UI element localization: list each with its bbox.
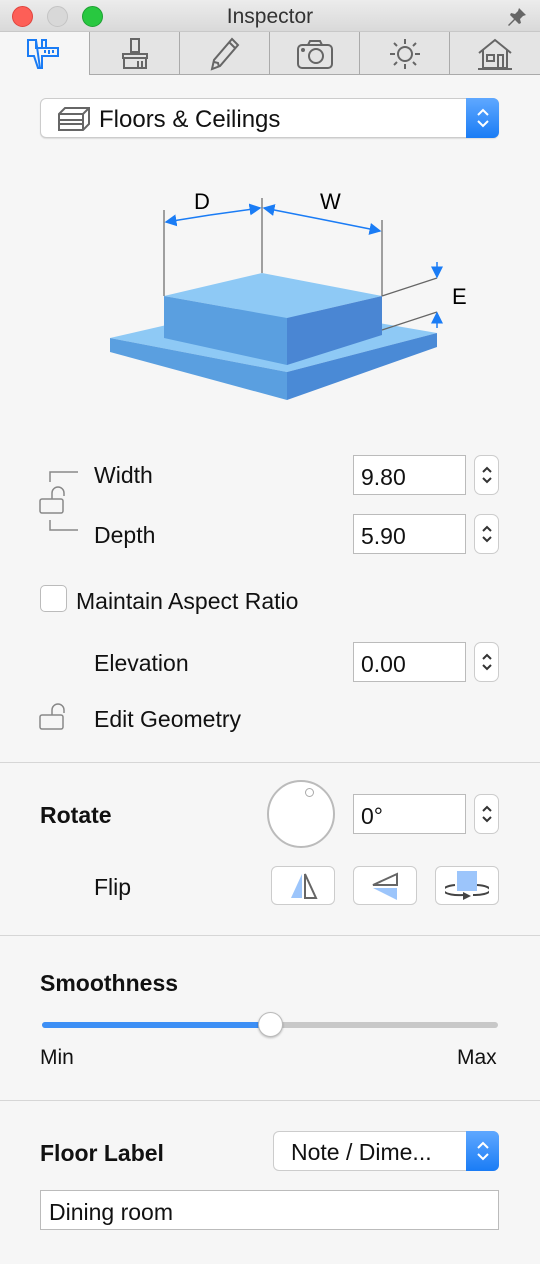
depth-label: Depth [94,522,156,548]
floor-label-style-select[interactable]: Note / Dime... [273,1131,499,1171]
brush-icon [121,37,148,69]
elevation-field[interactable]: 0.00 [353,642,466,682]
object-type-value: Floors & Ceilings [99,106,281,133]
inspector-tabs [0,32,540,76]
edit-geometry-label[interactable]: Edit Geometry [94,706,241,733]
flip-vertical-button[interactable] [353,866,417,905]
rotate-3d-icon [445,870,489,900]
divider [0,762,540,763]
slider-knob[interactable] [258,1012,283,1037]
tab-edit[interactable] [179,32,269,75]
title-bar: Inspector [0,0,540,32]
flip-3d-button[interactable] [435,866,499,905]
width-field[interactable]: 9.80 [353,455,466,495]
flip-horizontal-button[interactable] [271,866,335,905]
maintain-aspect-checkbox[interactable] [40,585,67,612]
floor-dimension-diagram: D W E [110,189,467,400]
rotate-label: Rotate [40,802,112,828]
rotation-stepper[interactable] [474,794,499,834]
chevron-updown-icon [466,98,499,138]
flip-vertical-icon [372,871,398,900]
elevation-stepper[interactable] [474,642,499,682]
edit-geometry-lock-icon[interactable] [38,702,74,732]
smoothness-slider[interactable] [42,1012,498,1037]
width-stepper[interactable] [474,455,499,495]
divider [0,935,540,936]
elevation-label: Elevation [94,650,189,676]
depth-field[interactable]: 5.90 [353,514,466,554]
flip-horizontal-icon [291,873,318,899]
rotation-field[interactable]: 0° [353,794,466,834]
window-title: Inspector [226,5,314,28]
caliper-icon [27,39,59,69]
floor-box-icon [58,107,90,131]
width-label: Width [94,462,153,488]
slider-max-label: Max [457,1046,497,1069]
tab-dimensions[interactable] [0,32,90,76]
chevron-updown-icon [466,1131,499,1171]
floor-label-text-input[interactable]: Dining room [40,1190,499,1230]
tab-materials[interactable] [89,32,179,75]
maintain-aspect-label[interactable]: Maintain Aspect Ratio [76,588,298,615]
flip-label: Flip [94,874,132,900]
object-type-select[interactable]: Floors & Ceilings [40,98,499,138]
aspect-lock-unlocked-icon[interactable] [38,468,82,540]
floor-label-heading: Floor Label [40,1140,164,1166]
width-dimension-label: W [320,189,341,214]
tab-building[interactable] [449,32,540,75]
divider [0,1100,540,1101]
camera-icon [296,39,333,69]
depth-stepper[interactable] [474,514,499,554]
depth-dimension-label: D [194,189,210,214]
pencil-icon [210,37,239,71]
tab-camera[interactable] [269,32,359,75]
smoothness-label: Smoothness [40,970,179,996]
house-icon [478,38,512,70]
pin-icon[interactable] [506,6,528,28]
sun-icon [389,38,420,69]
floor-label-style-value: Note / Dime... [291,1139,432,1165]
tab-light[interactable] [359,32,449,75]
elevation-dimension-label: E [452,284,467,309]
rotation-dial[interactable] [267,780,335,848]
slider-min-label: Min [40,1046,74,1069]
